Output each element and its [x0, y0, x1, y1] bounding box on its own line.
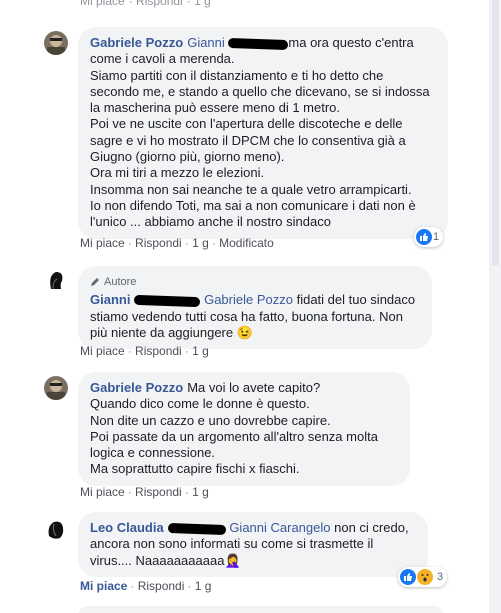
- like-link[interactable]: Mi piace: [80, 579, 127, 593]
- like-link[interactable]: Mi piace: [80, 485, 125, 499]
- author-badge-label: Autore: [104, 276, 137, 288]
- reactions-summary[interactable]: 1: [414, 227, 444, 247]
- comment-bubble: Autore Gianni Gabriele Pozzo fidati del …: [78, 266, 432, 350]
- like-reaction-icon: [416, 229, 432, 245]
- author-name[interactable]: Gabriele Pozzo: [90, 35, 183, 50]
- mention[interactable]: Gianni Carangelo: [229, 520, 330, 535]
- comment-line: Quando dico come le donne è questo.: [90, 396, 310, 412]
- redaction-mark: [167, 522, 226, 535]
- avatar-gabriele-pozzo[interactable]: [44, 31, 68, 55]
- reaction-count: 1: [433, 231, 440, 243]
- reaction-count: 3: [437, 571, 444, 583]
- wink-emoji: 😉: [236, 324, 253, 340]
- author-name[interactable]: Leo Claudia: [90, 520, 164, 535]
- comment-line: Non dite un cazzo e uno dovrebbe capire.: [90, 412, 331, 428]
- comment-actions: Mi piace · Rispondi · 1 g: [80, 344, 209, 358]
- pencil-icon: [91, 278, 99, 287]
- comment-line: Io non difendo Toti, ma sai a non comuni…: [90, 197, 416, 230]
- comment-line: Ma soprattutto capire fischi x fiaschi.: [90, 461, 300, 477]
- page-scrollbar[interactable]: [489, 0, 501, 613]
- comment-line: Ora mi tiri a mezzo le elezioni.: [90, 165, 265, 181]
- timestamp[interactable]: 1 g: [192, 344, 209, 358]
- avatar-gianni[interactable]: [44, 269, 68, 293]
- like-reaction-icon: [400, 569, 416, 585]
- previous-comment-actions: Mi piace · Rispondi · 1 g: [80, 0, 215, 8]
- mention[interactable]: Gianni: [187, 35, 225, 50]
- reply-link[interactable]: Rispondi: [135, 485, 182, 499]
- comment-bubble: Gabriele Pozzo Ma voi lo avete capito? Qu…: [78, 372, 410, 486]
- author-name[interactable]: Gianni: [90, 292, 130, 307]
- comment-line: Siamo partiti con il distanziamento e ti…: [90, 67, 430, 116]
- reply-link[interactable]: Rispondi: [136, 0, 183, 8]
- avatar-leo-claudia[interactable]: [44, 518, 68, 542]
- redaction-mark: [228, 37, 289, 50]
- comment-4: Leo Claudia Gianni Carangelo non ci cred…: [44, 512, 484, 597]
- comment-bubble: Leo Claudia Gianni Carangelo non ci cred…: [78, 512, 428, 577]
- author-badge: Autore: [90, 274, 420, 290]
- facepalm-emoji: 🤦‍♀️: [224, 552, 241, 568]
- reply-link[interactable]: Rispondi: [135, 344, 182, 358]
- comment-1: Gabriele Pozzo Gianni ma ora questo c'ent…: [44, 27, 484, 252]
- redaction-mark: [134, 294, 201, 308]
- reply-link[interactable]: Rispondi: [138, 579, 185, 593]
- comment-3: Gabriele Pozzo Ma voi lo avete capito? Qu…: [44, 372, 484, 502]
- timestamp[interactable]: 1 g: [192, 236, 209, 250]
- comment-2: Autore Gianni Gabriele Pozzo fidati del …: [44, 266, 484, 361]
- next-comment-bubble: [78, 606, 444, 613]
- comment-bubble: Gabriele Pozzo Gianni ma ora questo c'ent…: [78, 27, 448, 239]
- mention[interactable]: Gabriele Pozzo: [204, 292, 293, 307]
- like-link[interactable]: Mi piace: [80, 236, 125, 250]
- scrollbar-thumb[interactable]: [492, 0, 499, 265]
- edited-label[interactable]: Modificato: [219, 236, 274, 250]
- timestamp[interactable]: 1 g: [195, 579, 212, 593]
- reactions-summary[interactable]: 3: [398, 567, 448, 587]
- comment-actions: Mi piace · Rispondi · 1 g · Modificato: [80, 236, 274, 250]
- comment-text: Ma voi lo avete capito?: [187, 380, 321, 395]
- comment-actions: Mi piace · Rispondi · 1 g: [80, 485, 209, 499]
- reply-link[interactable]: Rispondi: [135, 236, 182, 250]
- timestamp[interactable]: 1 g: [194, 0, 211, 8]
- timestamp[interactable]: 1 g: [192, 485, 209, 499]
- comment-line: Insomma non sai neanche te a quale vetro…: [90, 181, 412, 197]
- avatar-gabriele-pozzo[interactable]: [44, 376, 68, 400]
- wow-reaction-icon: [417, 569, 433, 585]
- like-link[interactable]: Mi piace: [80, 0, 125, 8]
- like-link[interactable]: Mi piace: [80, 344, 125, 358]
- author-name[interactable]: Gabriele Pozzo: [90, 380, 183, 395]
- comment-line: Poi passate da un argomento all'altro se…: [90, 428, 378, 461]
- comment-line: Poi ve ne uscite con l'apertura delle di…: [90, 116, 406, 165]
- comment-actions: Mi piace · Rispondi · 1 g: [80, 579, 212, 593]
